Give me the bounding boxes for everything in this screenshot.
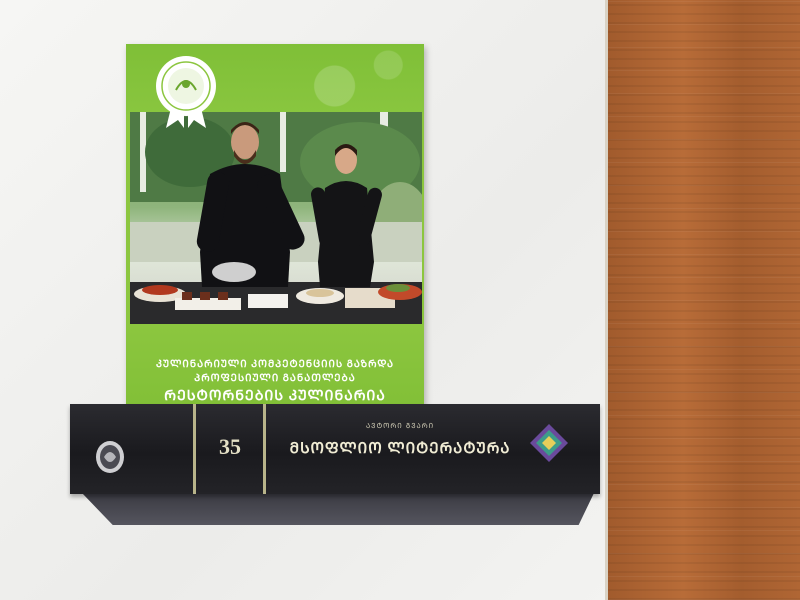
spine-divider-left [193,404,196,494]
chefs-photo [130,112,422,324]
book-page-edge [82,493,594,525]
booklet-title: ᲠᲔᲡᲢᲝᲠᲜᲔᲑᲘᲡ ᲙᲣᲚᲘᲜᲐᲠᲘᲐ [164,389,386,404]
oval-emblem-icon [96,441,124,473]
spine-divider-right [263,404,266,494]
wooden-surface [605,0,800,600]
book-title: ᲛᲡᲝᲤᲚᲘᲝ ᲚᲘᲢᲔᲠᲐᲢᲣᲠᲐ [289,441,511,457]
diamond-ornament-icon [530,424,568,462]
paper-edge [605,0,608,600]
volume-number: 35 [219,434,241,459]
chefs-illustration [130,112,422,324]
booklet-subtitle-line1: ᲙᲣᲚᲘᲜᲐᲠᲘᲣᲚᲘ ᲙᲝᲛᲞᲔᲢᲔᲜᲪᲘᲘᲡ ᲒᲐᲖᲠᲓᲐ [155,359,394,370]
booklet-cover: ᲙᲣᲚᲘᲜᲐᲠᲘᲣᲚᲘ ᲙᲝᲛᲞᲔᲢᲔᲜᲪᲘᲘᲡ ᲒᲐᲖᲠᲓᲐ ᲞᲠᲝᲤᲔᲡᲘᲣ… [126,44,424,430]
booklet-subtitle-line2: ᲞᲠᲝᲤᲔᲡᲘᲣᲚᲘ ᲒᲐᲜᲐᲗᲚᲔᲑᲐ [194,373,356,384]
ribbon-seal-icon [156,56,216,128]
photo-scene: ᲙᲣᲚᲘᲜᲐᲠᲘᲣᲚᲘ ᲙᲝᲛᲞᲔᲢᲔᲜᲪᲘᲘᲡ ᲒᲐᲖᲠᲓᲐ ᲞᲠᲝᲤᲔᲡᲘᲣ… [0,0,800,600]
book-author: ᲐᲕᲢᲝᲠᲘ ᲒᲕᲐᲠᲘ [365,422,435,430]
